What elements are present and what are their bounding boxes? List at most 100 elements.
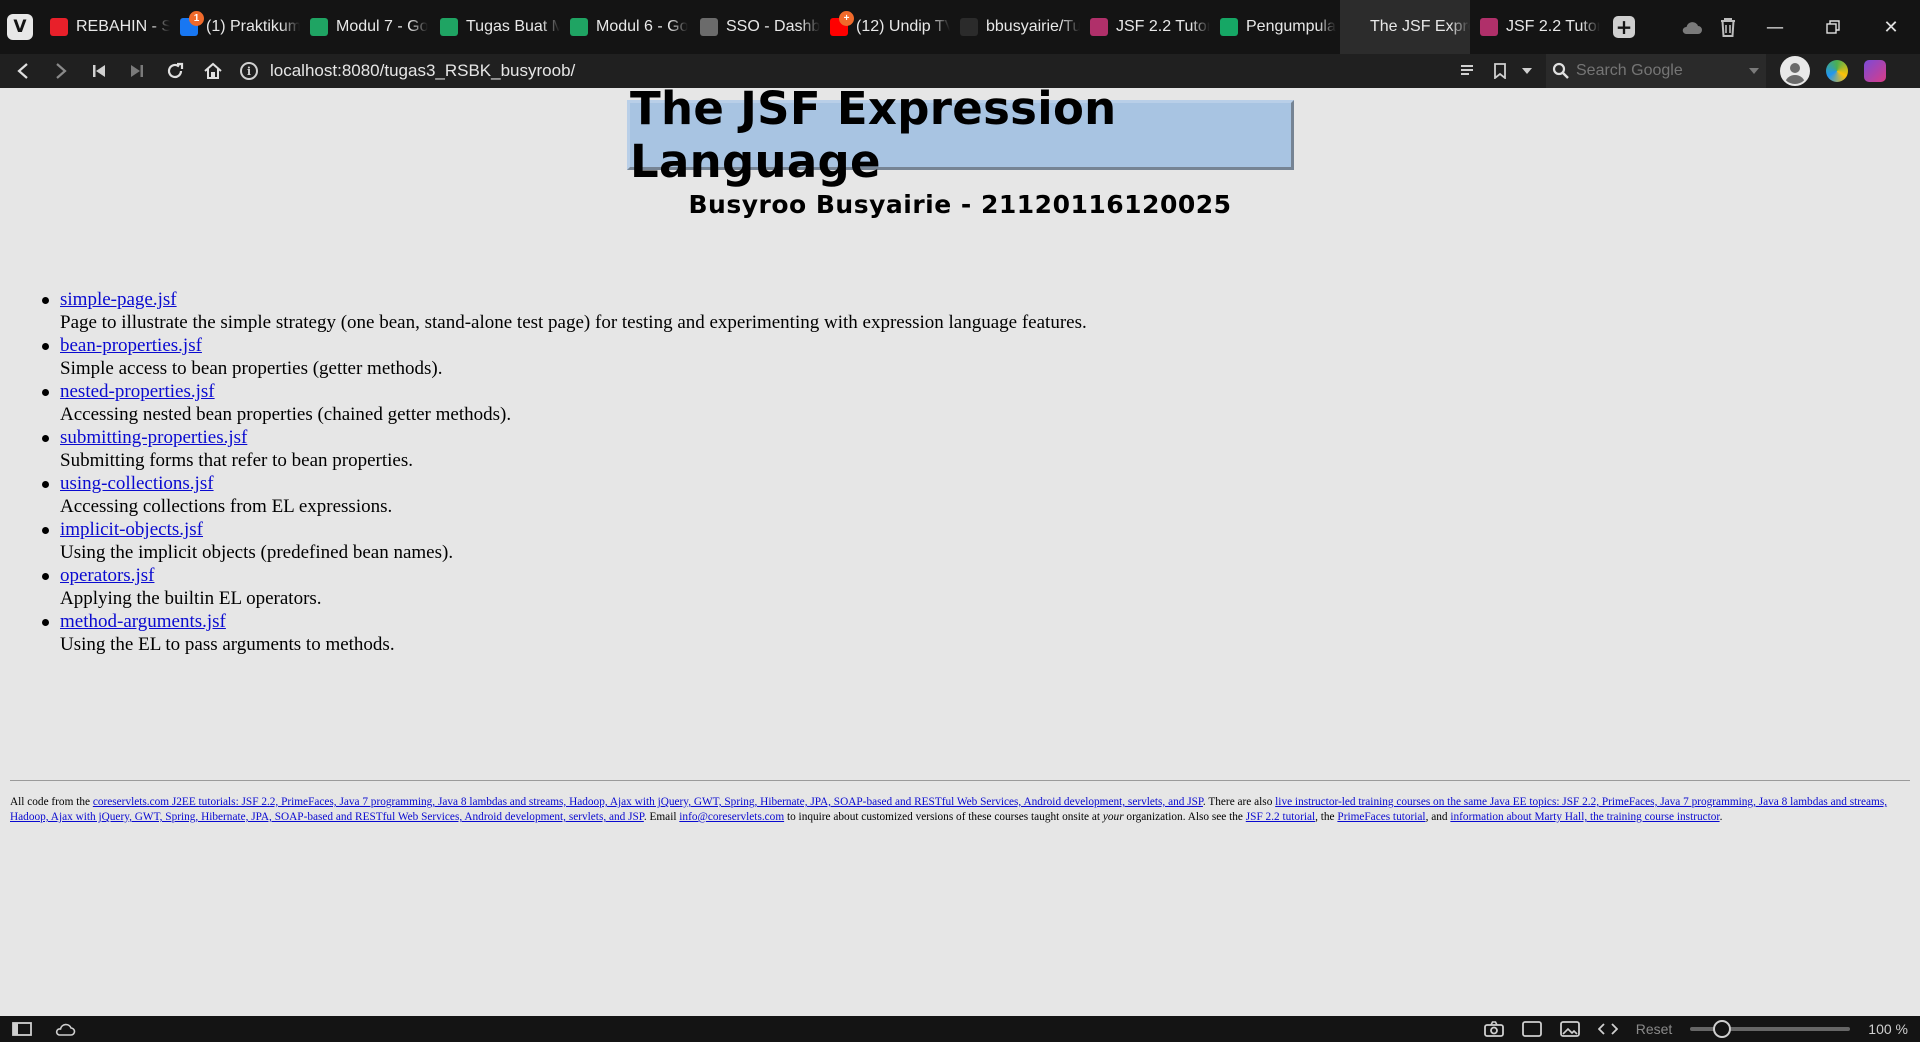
tab-badge: + [839, 11, 854, 26]
fast-forward-button[interactable] [118, 54, 156, 88]
tab-2[interactable]: Modul 7 - Go [300, 0, 430, 54]
rebahin-icon [50, 18, 68, 36]
zoom-slider[interactable] [1690, 1020, 1851, 1038]
trash-icon [1721, 18, 1735, 37]
footer-text-part: . Email [643, 811, 680, 823]
tab-8[interactable]: JSF 2.2 Tutori [1080, 0, 1210, 54]
url-text[interactable]: localhost:8080/tugas3_RSBK_busyroob/ [270, 61, 575, 81]
youtube-icon: + [830, 11, 854, 36]
footer-link-email[interactable]: info@coreservlets.com [679, 811, 784, 823]
page-link-description: Accessing nested bean properties (chaine… [60, 404, 512, 425]
tab-7[interactable]: bbusyairie/Tu [950, 0, 1080, 54]
rewind-button[interactable] [80, 54, 118, 88]
page-list: simple-page.jsf Page to illustrate the si… [42, 288, 1087, 656]
tab-title: SSO - Dashbo [726, 18, 820, 35]
sso-icon [700, 18, 718, 36]
instagram-extension-icon[interactable] [1864, 60, 1886, 82]
tab-strip: REBAHIN - S 1 (1) Praktikum Modul 7 - Go Tug… [40, 0, 1600, 54]
list-item: using-collections.jsf Accessing collectio… [42, 472, 1087, 518]
page-link-description: Simple access to bean properties (getter… [60, 358, 443, 379]
camera-icon[interactable] [1483, 1021, 1504, 1037]
tab-3[interactable]: Tugas Buat M [430, 0, 560, 54]
window-icon[interactable] [1521, 1021, 1542, 1037]
tab-1[interactable]: 1 (1) Praktikum [170, 0, 300, 54]
search-field[interactable] [1546, 54, 1766, 88]
page-link[interactable]: method-arguments.jsf [60, 611, 226, 632]
list-item: bean-properties.jsf Simple access to bean… [42, 334, 1087, 380]
footer-text-part: , the [1315, 811, 1338, 823]
vivaldi-menu-button[interactable]: V [0, 0, 40, 54]
tab-9[interactable]: Pengumpula [1210, 0, 1340, 54]
tab-title: The JSF Expre [1370, 18, 1470, 35]
page-content: The JSF Expression Language Busyroo Busy… [0, 82, 1920, 1016]
search-icon [1552, 62, 1569, 79]
minimize-button[interactable]: — [1746, 5, 1804, 49]
tab-bar: V REBAHIN - S 1 (1) Praktikum Modul 7 - Go T… [0, 0, 1920, 54]
rewind-icon [93, 65, 105, 77]
footer-text-part: All code from the [10, 796, 93, 808]
footer-emphasis: your [1102, 811, 1124, 823]
close-icon: ✕ [1883, 16, 1899, 38]
zoom-slider-knob[interactable] [1713, 1020, 1732, 1038]
restore-button[interactable] [1804, 5, 1862, 49]
page-link[interactable]: using-collections.jsf [60, 473, 214, 494]
footer-text-part: . [1719, 811, 1723, 823]
arrow-left-icon [17, 63, 28, 79]
footer-link-jsf-tutorial[interactable]: JSF 2.2 tutorial [1246, 811, 1315, 823]
profile-button[interactable] [1780, 56, 1810, 86]
zoom-reset-button[interactable]: Reset [1636, 1021, 1673, 1037]
cloud-sync-button[interactable] [1674, 9, 1710, 45]
tab-10[interactable]: The JSF Expre [1340, 0, 1470, 54]
panel-toggle-icon[interactable] [12, 1022, 32, 1036]
tab-title: (12) Undip TV [856, 18, 950, 35]
footer-link-primefaces-tutorial[interactable]: PrimeFaces tutorial [1337, 811, 1425, 823]
page-link[interactable]: operators.jsf [60, 565, 154, 586]
list-item: method-arguments.jsf Using the EL to pass… [42, 610, 1087, 656]
extension-colorful-icon[interactable] [1826, 60, 1848, 82]
url-dropdown-button[interactable] [1514, 54, 1540, 88]
forward-button[interactable] [42, 54, 80, 88]
tab-title: Tugas Buat M [466, 18, 560, 35]
tab-11[interactable]: JSF 2.2 Tutor [1470, 0, 1600, 54]
footer-link-tutorials[interactable]: coreservlets.com J2EE tutorials: JSF 2.2… [93, 796, 1203, 808]
footer-text: All code from the coreservlets.com J2EE … [10, 795, 1910, 825]
github-icon [960, 18, 978, 36]
tab-badge: 1 [189, 11, 204, 26]
zoom-level: 100 % [1868, 1021, 1908, 1037]
page-link[interactable]: nested-properties.jsf [60, 381, 215, 402]
search-input[interactable] [1576, 62, 1736, 80]
tab-4[interactable]: Modul 6 - Go [560, 0, 690, 54]
page-link[interactable]: implicit-objects.jsf [60, 519, 203, 540]
close-window-button[interactable]: ✕ [1862, 5, 1920, 49]
trash-button[interactable] [1710, 9, 1746, 45]
new-tab-button[interactable]: + [1600, 0, 1648, 54]
window-controls: — ✕ [1674, 0, 1920, 54]
page-link[interactable]: bean-properties.jsf [60, 335, 202, 356]
image-icon[interactable] [1559, 1021, 1580, 1037]
page-link[interactable]: simple-page.jsf [60, 289, 177, 310]
page-title-box: The JSF Expression Language [627, 82, 1294, 188]
tab-6[interactable]: + (12) Undip TV [820, 0, 950, 54]
arrow-right-icon [56, 63, 67, 79]
chevron-down-icon [1522, 68, 1532, 74]
restore-icon [1826, 20, 1840, 34]
footer-link-marty-hall[interactable]: information about Marty Hall, the traini… [1450, 811, 1719, 823]
user-avatar-icon [1785, 63, 1805, 84]
page-title: The JSF Expression Language [630, 82, 1117, 188]
back-button[interactable] [4, 54, 42, 88]
vivaldi-logo-icon: V [7, 14, 33, 40]
google-drive-icon [310, 18, 328, 36]
tab-title: Modul 6 - Go [596, 18, 689, 35]
reload-button[interactable] [156, 54, 194, 88]
search-engine-dropdown-icon[interactable] [1748, 67, 1760, 75]
fast-forward-icon [131, 65, 143, 77]
site-info-icon[interactable]: i [240, 62, 258, 80]
cloud-status-icon[interactable] [54, 1022, 76, 1036]
tab-0[interactable]: REBAHIN - S [40, 0, 170, 54]
bookmark-button[interactable] [1486, 54, 1514, 88]
reader-view-button[interactable] [1448, 54, 1486, 88]
page-link[interactable]: submitting-properties.jsf [60, 427, 247, 448]
code-icon[interactable] [1597, 1022, 1618, 1036]
tab-5[interactable]: SSO - Dashbo [690, 0, 820, 54]
home-button[interactable] [194, 54, 232, 88]
